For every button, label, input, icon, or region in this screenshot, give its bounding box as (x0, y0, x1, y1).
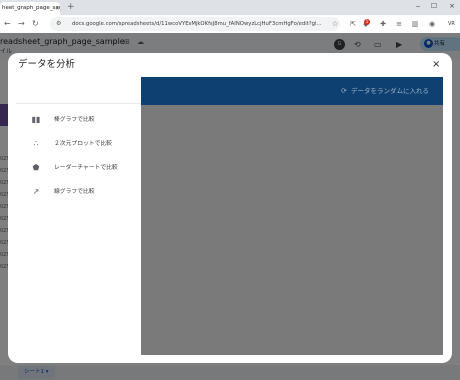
forward-icon[interactable]: → (18, 18, 25, 30)
dialog-title: データを分析 (18, 59, 76, 70)
chart-preview-panel: ⟳ データをランダムに入れる (141, 77, 443, 355)
analyze-data-dialog: データを分析 × ▮▮ 棒グラフで比較 ∴ ２次元プロットで比較 ⬟ レーダーチ… (8, 53, 452, 363)
browser-tabstrip: heet_graph_page_sam × + ‒ ☐ × (0, 0, 460, 15)
browser-tab[interactable]: heet_graph_page_sam (0, 2, 60, 15)
back-icon[interactable]: ← (4, 18, 11, 30)
window-close-icon[interactable]: × (446, 0, 458, 13)
preview-header: ⟳ データをランダムに入れる (141, 77, 443, 105)
address-bar[interactable]: docs.google.com/spreadsheets/d/11wcoVYEs… (50, 17, 340, 31)
option-label: レーダーチャートで比較 (54, 165, 118, 171)
option-radar-chart[interactable]: ⬟ レーダーチャートで比較 (24, 161, 136, 175)
extension-badge: 1 (364, 19, 370, 25)
option-bar-chart[interactable]: ▮▮ 棒グラフで比較 (24, 113, 136, 127)
radar-chart-icon: ⬟ (32, 163, 40, 172)
site-info-icon[interactable]: ⚙ (56, 20, 61, 28)
option-label: 棒グラフで比較 (54, 117, 95, 123)
share-page-icon[interactable]: ⇱ (348, 19, 358, 29)
option-scatter-plot[interactable]: ∴ ２次元プロットで比較 (24, 137, 136, 151)
puzzle-icon[interactable]: ✚ (378, 19, 388, 29)
line-chart-icon: ↗ (32, 187, 40, 196)
tab-close-icon[interactable]: × (55, 2, 60, 15)
browser-tab-title: heet_graph_page_sam (2, 5, 60, 11)
divider (16, 103, 141, 104)
reload-icon[interactable]: ↻ (32, 18, 39, 30)
profile-icon[interactable]: ◉ (427, 19, 437, 29)
address-url: docs.google.com/spreadsheets/d/11wcoVYEs… (72, 21, 322, 27)
new-tab-icon[interactable]: + (67, 2, 75, 13)
option-label: 線グラフで比較 (54, 189, 95, 195)
chart-options-panel: ▮▮ 棒グラフで比較 ∴ ２次元プロットで比較 ⬟ レーダーチャートで比較 ↗ … (8, 77, 141, 353)
menu-list-icon[interactable]: ≡ (394, 19, 404, 29)
option-line-chart[interactable]: ↗ 線グラフで比較 (24, 185, 136, 199)
vr-label: VR (448, 21, 455, 27)
bookmark-star-icon[interactable]: ☆ (330, 19, 340, 29)
split-view-icon[interactable]: ▥ (410, 19, 420, 29)
minimize-icon[interactable]: ‒ (412, 0, 424, 13)
close-icon[interactable]: × (432, 58, 440, 72)
maximize-icon[interactable]: ☐ (428, 0, 440, 13)
scatter-plot-icon: ∴ (33, 139, 39, 148)
bar-chart-icon: ▮▮ (31, 115, 41, 124)
random-data-label: データをランダムに入れる (351, 87, 429, 95)
option-label: ２次元プロットで比較 (54, 141, 112, 147)
refresh-icon: ⟳ (341, 87, 347, 95)
browser-toolbar: ← → ↻ docs.google.com/spreadsheets/d/11w… (0, 15, 460, 33)
